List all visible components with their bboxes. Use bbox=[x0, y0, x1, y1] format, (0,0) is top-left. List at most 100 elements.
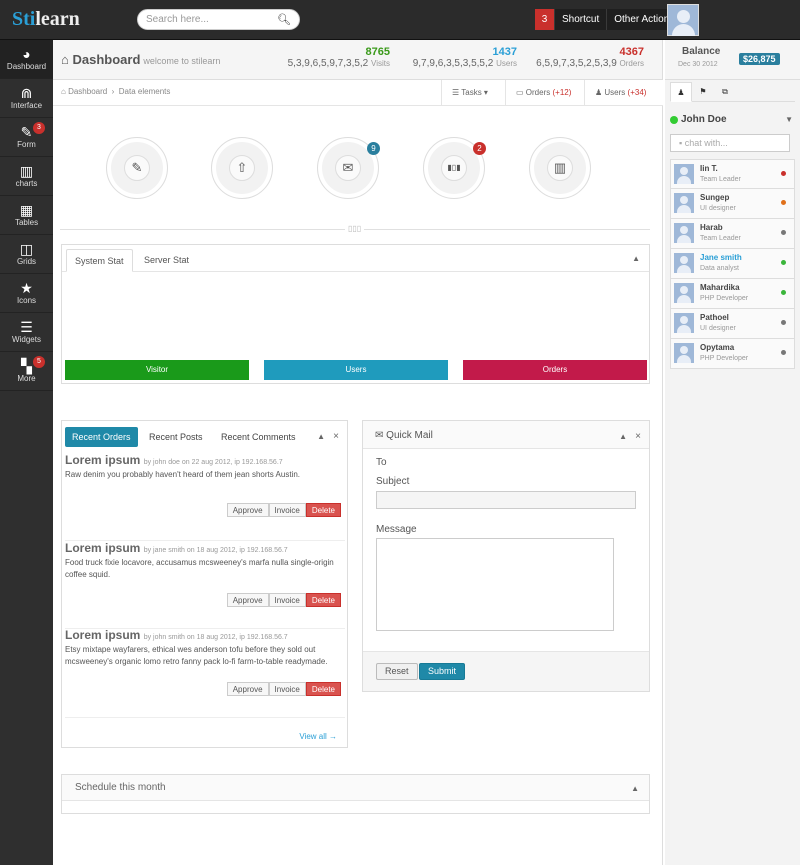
close-icon[interactable]: × bbox=[635, 431, 641, 442]
sidebar-item-grids[interactable]: ◫ Grids bbox=[0, 235, 53, 274]
contact-name: Iin T. bbox=[700, 164, 718, 173]
sidebar-item-icons[interactable]: ★ Icons bbox=[0, 274, 53, 313]
tab-recent-orders[interactable]: Recent Orders bbox=[65, 427, 138, 447]
other-action-button[interactable]: Other Action bbox=[606, 9, 677, 30]
post-title: Lorem ipsum by jane smith on 18 aug 2012… bbox=[65, 541, 345, 555]
invoice-button[interactable]: Invoice bbox=[268, 593, 306, 607]
tasks-tab[interactable]: ☰ Tasks ▾ bbox=[441, 80, 498, 106]
delete-button[interactable]: Delete bbox=[305, 503, 341, 517]
balance-amount: $26,875 bbox=[739, 53, 780, 65]
contact-item[interactable]: Sungep UI designer bbox=[670, 189, 795, 219]
tab-system-stat[interactable]: System Stat bbox=[66, 249, 133, 272]
users-bar[interactable]: Users bbox=[264, 360, 448, 380]
sidebar-item-dashboard[interactable]: ◕ Dashboard bbox=[0, 40, 53, 79]
breadcrumb-bar: ⌂ Dashboard › Data elements ☰ Tasks ▾ ▭ … bbox=[53, 80, 663, 106]
edit-icon: ✎ bbox=[124, 155, 150, 181]
user-avatar[interactable] bbox=[667, 4, 699, 36]
contact-role: UI designer bbox=[700, 325, 736, 332]
users-tab-icon[interactable]: ♟ bbox=[670, 82, 692, 102]
sidebar-item-more[interactable]: ▚ More 5 bbox=[0, 352, 53, 391]
view-all-link[interactable]: View all → bbox=[299, 732, 337, 741]
approve-button[interactable]: Approve bbox=[226, 503, 269, 517]
tab-server-stat[interactable]: Server Stat bbox=[136, 249, 197, 272]
contact-item[interactable]: Harab Team Leader bbox=[670, 219, 795, 249]
chat-input[interactable]: ▪ chat with... bbox=[670, 134, 790, 152]
breadcrumb-home[interactable]: Dashboard bbox=[68, 87, 107, 96]
submit-button[interactable]: Submit bbox=[419, 663, 466, 680]
search-input[interactable]: Search here... 🔍︎ bbox=[137, 9, 300, 30]
contact-item[interactable]: Pathoel UI designer bbox=[670, 309, 795, 339]
sidebar-item-charts[interactable]: ▥ charts bbox=[0, 157, 53, 196]
delete-button[interactable]: Delete bbox=[305, 593, 341, 607]
sidebar-item-label: More bbox=[17, 374, 36, 383]
quick-action-button[interactable]: ✎ bbox=[106, 137, 168, 199]
quick-action-button[interactable]: ✉ 9 bbox=[317, 137, 380, 199]
sidebar-item-widgets[interactable]: ☰ Widgets bbox=[0, 313, 53, 352]
subject-field[interactable] bbox=[376, 491, 636, 509]
collapse-icon[interactable]: ▲ bbox=[632, 254, 640, 263]
status-dot bbox=[781, 230, 786, 235]
collapse-icon[interactable]: ▲ bbox=[619, 432, 627, 441]
external-link-icon[interactable]: ⧉ bbox=[714, 82, 736, 102]
post-title-text: Lorem ipsum bbox=[65, 453, 141, 467]
tab-recent-comments[interactable]: Recent Comments bbox=[214, 427, 303, 447]
quick-action-button[interactable]: ⇧ bbox=[211, 137, 273, 199]
approve-button[interactable]: Approve bbox=[226, 682, 269, 696]
flag-icon[interactable]: ⚑ bbox=[692, 82, 714, 102]
avatar bbox=[674, 313, 694, 333]
contact-item[interactable]: Jane smith Data analyst bbox=[670, 249, 795, 279]
contact-item[interactable]: Iin T. Team Leader bbox=[670, 159, 795, 189]
quick-action-button[interactable]: ▥ bbox=[529, 137, 591, 199]
to-label: To bbox=[376, 457, 387, 468]
collapse-icon[interactable]: ▲ bbox=[631, 784, 639, 793]
search-icon[interactable]: 🔍︎ bbox=[277, 11, 291, 30]
star-icon: ★ bbox=[20, 280, 33, 296]
stat-value: 8765 bbox=[365, 46, 390, 58]
quick-action-button[interactable]: ▮▯▮ 2 bbox=[423, 137, 486, 199]
post-actions: Approve Invoice Delete bbox=[226, 593, 341, 607]
visitor-bar[interactable]: Visitor bbox=[65, 360, 249, 380]
avatar bbox=[674, 193, 694, 213]
invoice-button[interactable]: Invoice bbox=[268, 503, 306, 517]
brand-part-1: Sti bbox=[12, 8, 36, 30]
status-dot bbox=[781, 260, 786, 265]
chat-user[interactable]: John Doe ▼ bbox=[670, 112, 795, 130]
online-status bbox=[670, 116, 678, 124]
delete-button[interactable]: Delete bbox=[305, 682, 341, 696]
stat-value: 1437 bbox=[492, 46, 517, 58]
sidebar-item-tables[interactable]: ▦ Tables bbox=[0, 196, 53, 235]
approve-button[interactable]: Approve bbox=[226, 593, 269, 607]
page-subtitle: welcome to stilearn bbox=[143, 56, 221, 66]
reset-button[interactable]: Reset bbox=[376, 663, 418, 680]
brand-logo[interactable]: Stilearn bbox=[12, 8, 80, 31]
mail-icon: ✉ bbox=[335, 155, 361, 181]
shortcut-button[interactable]: Shortcut bbox=[554, 9, 607, 30]
close-icon[interactable]: × bbox=[333, 431, 339, 442]
orders-tab[interactable]: ▭ Orders (+12) bbox=[505, 80, 581, 106]
message-field[interactable] bbox=[376, 538, 614, 631]
chevron-down-icon[interactable]: ▼ bbox=[785, 115, 793, 124]
contact-item[interactable]: Mahardika PHP Developer bbox=[670, 279, 795, 309]
message-label: Message bbox=[376, 524, 417, 535]
grid-icon: ▚ bbox=[21, 358, 32, 374]
brand-part-2: learn bbox=[35, 8, 80, 30]
home-icon: ⌂ bbox=[61, 87, 66, 96]
balance-box: Balance Dec 30 2012 $26,875 bbox=[665, 40, 800, 80]
sidebar-item-form[interactable]: ✎ Form 3 bbox=[0, 118, 53, 157]
contact-item[interactable]: Opytama PHP Developer bbox=[670, 339, 795, 369]
top-bar: Stilearn Search here... 🔍︎ 3 Shortcut Oth… bbox=[0, 0, 800, 40]
sparkline: 9,7,9,6,3,5,3,5,5,2 bbox=[412, 58, 494, 69]
status-dot bbox=[781, 290, 786, 295]
notification-count[interactable]: 3 bbox=[535, 9, 554, 30]
orders-bar[interactable]: Orders bbox=[463, 360, 647, 380]
tab-recent-posts[interactable]: Recent Posts bbox=[142, 427, 210, 447]
invoice-button[interactable]: Invoice bbox=[268, 682, 306, 696]
users-label: Users bbox=[604, 88, 626, 97]
breadcrumb-current: Data elements bbox=[118, 87, 171, 96]
users-tab[interactable]: ♟ Users (+34) bbox=[584, 80, 656, 106]
sidebar-item-interface[interactable]: ⋒ Interface bbox=[0, 79, 53, 118]
collapse-icon[interactable]: ▲ bbox=[317, 432, 325, 441]
status-dot bbox=[781, 320, 786, 325]
breadcrumb: ⌂ Dashboard › Data elements bbox=[61, 87, 171, 96]
stat-visits: 8765 5,3,9,6,5,9,7,3,5,2 Visits bbox=[275, 46, 390, 69]
